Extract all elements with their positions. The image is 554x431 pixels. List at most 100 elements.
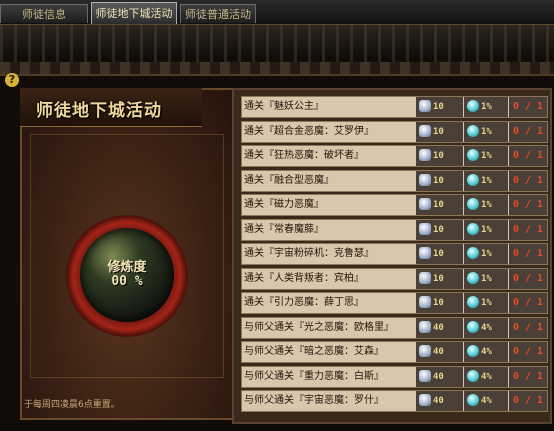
gem-reward-cell: 4% (464, 342, 508, 362)
token-reward-cell: 10 (416, 293, 463, 313)
token-reward-cell: 10 (416, 244, 463, 264)
tab-mentor-info[interactable]: 师徒信息 (0, 4, 88, 23)
gem-reward-cell: 1% (464, 146, 508, 166)
gem-reward-value: 1% (481, 151, 492, 161)
gem-icon (467, 271, 479, 284)
token-icon (419, 296, 431, 308)
quest-name: 与师父通关『暗之恶魔：艾森』 (244, 346, 384, 357)
token-icon (419, 124, 431, 137)
quest-name: 与师父通关『宇宙恶魔：罗什』 (244, 395, 384, 406)
gem-reward-cell: 1% (464, 244, 508, 264)
gem-icon (467, 149, 479, 161)
token-reward-value: 40 (433, 396, 444, 406)
token-reward-value: 10 (433, 151, 444, 161)
progress-cell: 0 / 1 (509, 219, 547, 240)
quest-progress: 0 / 1 (512, 370, 544, 382)
gem-reward-cell: 1% (464, 219, 508, 240)
gem-reward-cell: 1% (464, 97, 508, 117)
gem-icon (467, 100, 479, 112)
gem-reward-value: 1% (481, 298, 492, 308)
quest-name: 通关『融合型恶魔』 (244, 174, 334, 186)
quest-name: 通关『超合金恶魔：艾罗伊』 (244, 125, 374, 137)
token-reward-cell: 10 (416, 268, 463, 289)
gem-icon (467, 296, 479, 308)
quest-name: 通关『常春魔藤』 (244, 223, 324, 235)
quest-progress: 0 / 1 (512, 101, 544, 112)
quest-row[interactable]: 与师父通关『光之恶魔：欧格里』 40 4% 0 / 1 (241, 316, 548, 339)
token-reward-cell: 10 (416, 170, 463, 191)
quest-name: 通关『狂热恶魔：破坏者』 (244, 150, 364, 161)
gem-reward-cell: 1% (464, 268, 508, 289)
progress-cell: 0 / 1 (509, 244, 547, 264)
quest-row[interactable]: 与师父通关『暗之恶魔：艾森』 40 4% 0 / 1 (241, 341, 548, 363)
gem-reward-cell: 1% (464, 293, 508, 313)
gem-icon (467, 124, 479, 137)
token-icon (419, 394, 431, 406)
quest-name: 通关『人类背叛者：宾柏』 (244, 272, 364, 284)
quest-progress: 0 / 1 (512, 174, 544, 186)
token-reward-cell: 10 (416, 219, 463, 240)
token-reward-cell: 40 (416, 317, 463, 338)
gem-reward-cell: 1% (464, 170, 508, 191)
token-reward-value: 10 (433, 175, 444, 186)
quest-list: 通关『魅妖公主』 10 1% 0 / 1 通关『超合金恶魔：艾罗伊』 10 1% 0 / 1通… (241, 96, 548, 415)
gem-icon (467, 369, 479, 382)
gem-reward-cell: 4% (464, 317, 508, 338)
quest-progress: 0 / 1 (512, 272, 544, 284)
token-reward-cell: 10 (416, 195, 463, 215)
gem-reward-value: 4% (481, 371, 492, 382)
quest-progress: 0 / 1 (512, 248, 544, 259)
quest-row[interactable]: 通关『人类背叛者：宾柏』 10 1% 0 / 1 (241, 267, 548, 290)
gem-icon (467, 173, 479, 186)
token-icon (419, 198, 431, 210)
token-reward-value: 10 (433, 273, 444, 284)
gem-reward-value: 4% (481, 322, 492, 333)
gem-reward-value: 4% (481, 396, 492, 406)
quest-row[interactable]: 与师父通关『重力恶魔：白斯』 40 4% 0 / 1 (241, 365, 548, 388)
quest-row[interactable]: 通关『引力恶魔：薛丁思』 10 1% 0 / 1 (241, 292, 548, 314)
quest-progress: 0 / 1 (512, 125, 544, 137)
quest-name: 通关『引力恶魔：薛丁思』 (244, 297, 364, 308)
gem-reward-value: 1% (481, 126, 492, 137)
quest-row[interactable]: 通关『磁力恶魔』 10 1% 0 / 1 (241, 194, 548, 216)
quest-progress: 0 / 1 (512, 150, 544, 161)
token-reward-cell: 40 (416, 342, 463, 362)
progress-cell: 0 / 1 (509, 146, 547, 166)
quest-row[interactable]: 与师父通关『宇宙恶魔：罗什』 40 4% 0 / 1 (241, 390, 548, 412)
reset-note: 于每周四凌晨6点重置。 (24, 400, 120, 410)
quest-row[interactable]: 通关『宇宙粉碎机：克鲁瑟』 10 1% 0 / 1 (241, 243, 548, 265)
token-reward-value: 10 (433, 249, 444, 259)
token-icon (419, 173, 431, 186)
token-reward-cell: 10 (416, 121, 463, 142)
quest-row[interactable]: 通关『融合型恶魔』 10 1% 0 / 1 (241, 169, 548, 192)
quest-row[interactable]: 通关『狂热恶魔：破坏者』 10 1% 0 / 1 (241, 145, 548, 167)
quest-row[interactable]: 通关『超合金恶魔：艾罗伊』 10 1% 0 / 1 (241, 120, 548, 143)
token-reward-value: 10 (433, 200, 444, 210)
quest-row[interactable]: 通关『魅妖公主』 10 1% 0 / 1 (241, 96, 548, 118)
tab-bar: 师徒信息 师徒地下城活动 师徒普通活动 (0, 0, 554, 25)
tab-mentor-normal-event[interactable]: 师徒普通活动 (180, 4, 256, 23)
gem-reward-cell: 4% (464, 366, 508, 387)
gem-icon (467, 247, 479, 259)
progress-cell: 0 / 1 (509, 97, 547, 117)
token-icon (419, 222, 431, 235)
gem-reward-cell: 1% (464, 195, 508, 215)
gem-reward-value: 1% (481, 249, 492, 259)
quest-progress: 0 / 1 (512, 223, 544, 235)
quest-name: 与师父通关『重力恶魔：白斯』 (244, 370, 384, 382)
quest-name: 通关『魅妖公主』 (244, 101, 324, 112)
token-icon (419, 100, 431, 112)
gem-reward-value: 1% (481, 175, 492, 186)
quest-row[interactable]: 通关『常春魔藤』 10 1% 0 / 1 (241, 218, 548, 241)
token-reward-value: 10 (433, 224, 444, 235)
token-reward-value: 10 (433, 298, 444, 308)
progress-cell: 0 / 1 (509, 170, 547, 191)
help-icon[interactable]: ? (5, 73, 19, 87)
token-reward-value: 40 (433, 371, 444, 382)
page-title: 师徒地下城活动 (36, 101, 162, 121)
tab-mentor-dungeon-event[interactable]: 师徒地下城活动 (91, 2, 177, 24)
progress-cell: 0 / 1 (509, 366, 547, 387)
progress-cell: 0 / 1 (509, 195, 547, 215)
gem-icon (467, 222, 479, 235)
token-reward-value: 40 (433, 322, 444, 333)
